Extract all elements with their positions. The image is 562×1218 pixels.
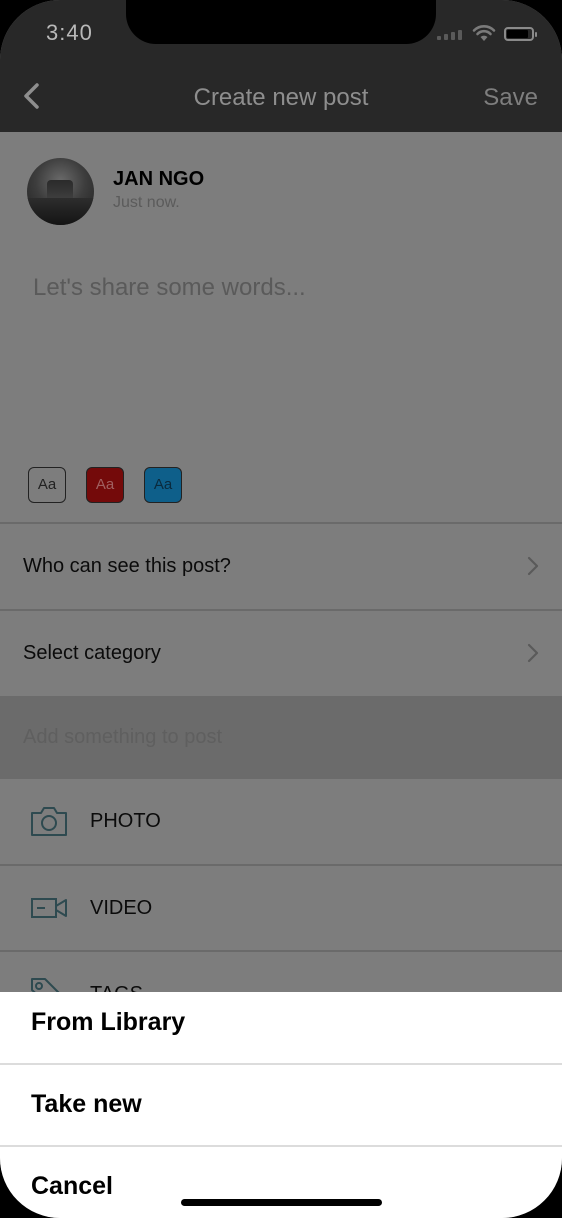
post-timestamp: Just now. [113, 194, 180, 211]
nav-bar: Create new post Save [0, 60, 562, 132]
text-style-red[interactable]: Aa [86, 467, 124, 503]
add-section-label: Add something to post [23, 726, 223, 748]
text-style-blue[interactable]: Aa [144, 467, 182, 503]
battery-icon [504, 27, 537, 41]
signal-icon [437, 28, 467, 40]
divider [0, 1145, 562, 1147]
text-style-plain[interactable]: Aa [28, 467, 66, 503]
post-text-input[interactable]: Let's share some words... [33, 274, 306, 302]
cancel-label: Cancel [31, 1172, 113, 1200]
notch [126, 0, 436, 44]
add-section-header: Add something to post [0, 696, 562, 779]
phone-screen: 3:40 Create new post Save JAN NGO Just n… [0, 0, 562, 1218]
option-photo-label: PHOTO [90, 810, 161, 832]
status-bar: 3:40 [0, 0, 562, 60]
divider [0, 609, 562, 611]
chevron-right-icon [527, 643, 539, 663]
chevron-right-icon [527, 556, 539, 576]
from-library-label: From Library [31, 1008, 186, 1036]
home-indicator[interactable] [181, 1199, 382, 1206]
video-icon [31, 898, 67, 918]
cancel-button[interactable]: Cancel [0, 1156, 562, 1218]
action-sheet: From Library Take new Cancel [0, 992, 562, 1218]
visibility-label: Who can see this post? [23, 555, 231, 577]
divider [0, 864, 562, 866]
page-title: Create new post [193, 84, 369, 111]
divider [0, 1063, 562, 1065]
divider [0, 950, 562, 952]
take-new-label: Take new [31, 1090, 142, 1118]
divider [0, 522, 562, 524]
take-new-button[interactable]: Take new [0, 1074, 562, 1156]
save-button[interactable]: Save [483, 84, 538, 112]
option-video-label: VIDEO [90, 897, 153, 919]
author-name: JAN NGO [113, 168, 205, 190]
category-label: Select category [23, 642, 161, 664]
status-time: 3:40 [46, 20, 93, 45]
from-library-button[interactable]: From Library [0, 992, 562, 1074]
camera-icon [31, 807, 67, 836]
avatar [27, 158, 94, 225]
wifi-icon [472, 25, 496, 41]
